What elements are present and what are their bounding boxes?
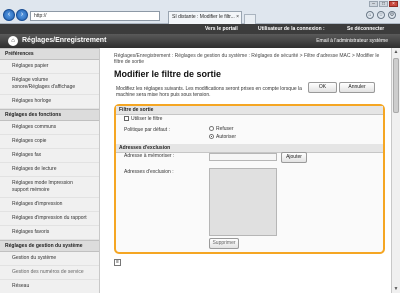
sidebar-item-fax[interactable]: Réglages fax [0,149,99,163]
exception-address-list[interactable] [209,168,277,236]
sidebar-item-memory-print[interactable]: Réglages mode Impression support mémoire [0,177,99,198]
close-icon[interactable]: × [389,1,398,7]
policy-refuse-label: Refuser [216,126,234,132]
gear-icon[interactable]: ⚙ [388,11,396,19]
maximize-icon[interactable]: □ [379,1,388,7]
tab-title: SI distante : Modifier le filtr... [172,14,235,20]
section-exception-addresses: Adresses d'exclusion [116,144,383,153]
scroll-thumb[interactable] [393,58,399,113]
breadcrumb[interactable]: Réglages/Enregistrement : Réglages de ge… [114,53,386,65]
portal-home-icon[interactable]: ⌂ [8,36,18,46]
sidebar-item-common[interactable]: Réglages communs [0,121,99,135]
cancel-button[interactable]: Annuler [339,82,375,93]
address-to-store-label: Adresse à mémoriser : [124,153,175,159]
sidebar-item-paper[interactable]: Réglages papier [0,60,99,74]
scrollbar[interactable]: ▲ ▼ [391,48,400,293]
sidebar-section-functions: Réglages des fonctions [0,109,99,121]
sidebar-item-network[interactable]: Réseau [0,280,99,293]
main-content: Réglages/Enregistrement : Réglages de ge… [101,48,390,293]
sidebar-item-sound-display[interactable]: Réglage volume sonore/Réglages d'afficha… [0,74,99,95]
scroll-down-icon[interactable]: ▼ [393,286,399,292]
forward-arrow-icon[interactable]: › [16,9,28,21]
address-bar[interactable]: http:// [30,11,160,21]
sidebar-item-service-numbers[interactable]: Gestion des numéros de service [0,266,99,280]
minimize-icon[interactable]: – [369,1,378,7]
window-controls: – □ × [369,1,398,7]
use-filter-row: Utiliser le filtre [124,116,162,122]
portal-link[interactable]: Vers le portail [205,24,238,34]
top-bar: Vers le portail Utilisateur de la connex… [0,24,400,34]
new-tab-button[interactable] [244,14,256,24]
address-to-store-input[interactable] [209,153,277,161]
use-filter-label: Utiliser le filtre [131,116,163,122]
page-description: Modifiez les réglages suivants. Les modi… [116,86,302,98]
logout-link[interactable]: Se déconnecter [347,24,384,34]
sidebar: Préférences Réglages papier Réglage volu… [0,48,100,293]
sidebar-section-preferences: Préférences [0,48,99,60]
sidebar-item-favorites[interactable]: Réglages favoris [0,226,99,240]
policy-allow-row: Autoriser [209,134,236,140]
ok-button[interactable]: OK [308,82,337,93]
sidebar-item-scan[interactable]: Réglages de lecture [0,163,99,177]
mail-admin-link[interactable]: Email à l'administrateur système [316,38,388,44]
add-button[interactable]: Ajouter [281,152,307,163]
page-title: Modifier le filtre de sortie [114,69,222,79]
browser-tab[interactable]: SI distante : Modifier le filtr... × [168,11,242,24]
home-icon[interactable]: ⌂ [366,11,374,19]
tab-close-icon[interactable]: × [236,12,239,23]
section-output-filter: Filtre de sortie [116,106,383,115]
app-header: ⌂ Réglages/Enregistrement Email à l'admi… [0,34,400,48]
exception-addresses-label: Adresses d'exclusion : [124,169,174,175]
policy-allow-radio[interactable] [209,134,214,140]
policy-refuse-radio[interactable] [209,126,214,132]
scroll-up-icon[interactable]: ▲ [393,49,399,55]
back-arrow-icon[interactable]: ‹ [3,9,15,21]
sidebar-section-system: Réglages de gestion du système [0,240,99,252]
app-title: Réglages/Enregistrement [22,37,107,44]
settings-panel: Filtre de sortie Utiliser le filtre Poli… [114,104,385,254]
delete-button[interactable]: Supprimer [209,238,239,249]
sidebar-item-print[interactable]: Réglages d'impression [0,198,99,212]
page-top-icon[interactable]: ≡ [114,259,121,266]
sidebar-item-clock[interactable]: Réglages horloge [0,95,99,109]
login-user-label: Utilisateur de la connexion : [258,26,325,32]
policy-refuse-row: Refuser [209,126,234,132]
sidebar-item-system-management[interactable]: Gestion du système [0,252,99,266]
policy-allow-label: Autoriser [216,134,237,140]
star-icon[interactable]: ☆ [377,11,385,19]
use-filter-checkbox[interactable] [124,116,129,122]
browser-chrome: – □ × ‹ › http:// SI distante : Modifier… [0,0,400,24]
browser-toolbar-icons: ⌂ ☆ ⚙ [366,11,396,19]
default-policy-label: Politique par défaut : [124,127,170,133]
sidebar-item-report-print[interactable]: Réglages d'impression du rapport [0,212,99,226]
sidebar-item-copy[interactable]: Réglages copie [0,135,99,149]
